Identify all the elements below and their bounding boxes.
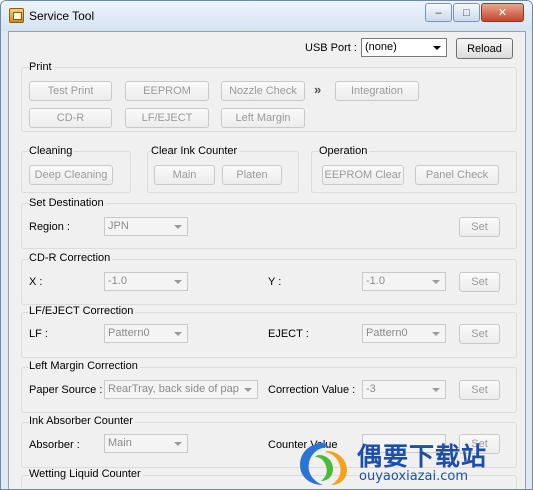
watermark-logo-icon	[300, 443, 347, 485]
chevron-down-icon	[432, 280, 440, 284]
absorber-label: Absorber :	[29, 439, 80, 451]
region-select[interactable]: JPN	[104, 217, 188, 236]
cdr-y-label: Y :	[268, 276, 282, 288]
test-print-button[interactable]: Test Print	[29, 81, 112, 101]
operation-group-title: Operation	[319, 145, 370, 157]
cdr-x-value: -1.0	[108, 275, 127, 287]
paper-source-select[interactable]: RearTray, back side of pap	[104, 380, 258, 399]
set-destination-title: Set Destination	[29, 197, 106, 209]
usb-port-value: (none)	[365, 41, 397, 53]
correction-value-select[interactable]: -3	[362, 380, 446, 399]
clear-ink-counter-title: Clear Ink Counter	[151, 145, 240, 157]
chevron-down-icon	[432, 388, 440, 392]
region-set-button[interactable]: Set	[459, 217, 500, 237]
clear-platen-button[interactable]: Platen	[222, 165, 282, 185]
client-area: USB Port : (none) Reload Print Test Prin…	[8, 31, 526, 489]
eject-value: Pattern0	[366, 327, 408, 339]
absorber-value: Main	[108, 437, 132, 449]
cdr-y-select[interactable]: -1.0	[362, 272, 446, 291]
close-button[interactable]: ✕	[481, 3, 524, 22]
eject-label: EJECT :	[268, 328, 309, 340]
chevron-down-icon	[174, 280, 182, 284]
lf-eject-correction-title: LF/EJECT Correction	[29, 305, 136, 317]
lf-value: Pattern0	[108, 327, 150, 339]
left-margin-set-button[interactable]: Set	[459, 380, 500, 400]
absorber-select[interactable]: Main	[104, 434, 188, 453]
watermark-url: ouyaoxiazai.com	[359, 469, 468, 484]
usb-port-select[interactable]: (none)	[361, 38, 447, 57]
region-label: Region :	[29, 221, 70, 233]
lf-select[interactable]: Pattern0	[104, 324, 188, 343]
region-value: JPN	[108, 220, 129, 232]
chevron-down-icon	[244, 388, 252, 392]
window-controls: – □ ✕	[424, 3, 524, 22]
wetting-liquid-title: Wetting Liquid Counter	[29, 468, 143, 480]
chevron-down-icon	[432, 332, 440, 336]
set-destination-group	[21, 203, 517, 249]
cdr-correction-title: CD-R Correction	[29, 252, 113, 264]
cdr-button[interactable]: CD-R	[29, 108, 112, 128]
lf-eject-set-button[interactable]: Set	[459, 324, 500, 344]
watermark-text: 偶要下载站	[357, 442, 488, 471]
maximize-button[interactable]: □	[453, 3, 480, 22]
cdr-y-value: -1.0	[366, 275, 385, 287]
eeprom-button[interactable]: EEPROM	[125, 81, 209, 101]
integration-button[interactable]: Integration	[335, 81, 419, 101]
cleaning-group-title: Cleaning	[29, 145, 75, 157]
chevron-down-icon	[174, 442, 182, 446]
cdr-x-label: X :	[29, 276, 43, 288]
cdr-x-select[interactable]: -1.0	[104, 272, 188, 291]
chevron-down-icon	[174, 332, 182, 336]
correction-value-label: Correction Value :	[268, 384, 356, 396]
lf-eject-button[interactable]: LF/EJECT	[125, 108, 209, 128]
window-title: Service Tool	[29, 9, 95, 23]
clear-main-button[interactable]: Main	[154, 165, 215, 185]
double-chevron-icon: »	[314, 82, 322, 97]
correction-value: -3	[366, 383, 376, 395]
chevron-down-icon	[433, 46, 441, 50]
service-tool-window: Service Tool – □ ✕ USB Port : (none) Rel…	[0, 0, 533, 490]
minimize-button[interactable]: –	[425, 3, 452, 22]
print-group-title: Print	[29, 61, 54, 73]
ink-absorber-title: Ink Absorber Counter	[29, 415, 135, 427]
reload-button[interactable]: Reload	[456, 38, 513, 59]
deep-cleaning-button[interactable]: Deep Cleaning	[29, 165, 113, 185]
usb-port-label: USB Port :	[305, 42, 357, 54]
chevron-down-icon	[174, 225, 182, 229]
eject-select[interactable]: Pattern0	[362, 324, 446, 343]
paper-source-label: Paper Source :	[29, 384, 103, 396]
paper-source-value: RearTray, back side of pap	[108, 383, 239, 395]
left-margin-correction-title: Left Margin Correction	[29, 360, 140, 372]
left-margin-button[interactable]: Left Margin	[221, 108, 305, 128]
cdr-set-button[interactable]: Set	[459, 272, 500, 292]
nozzle-check-button[interactable]: Nozzle Check	[221, 81, 305, 101]
panel-check-button[interactable]: Panel Check	[415, 165, 499, 185]
title-bar: Service Tool – □ ✕	[1, 1, 532, 31]
lf-label: LF :	[29, 328, 48, 340]
site-watermark: 偶要下载站 ouyaoxiazai.com	[297, 433, 532, 489]
app-icon	[9, 8, 24, 23]
eeprom-clear-button[interactable]: EEPROM Clear	[322, 165, 404, 185]
